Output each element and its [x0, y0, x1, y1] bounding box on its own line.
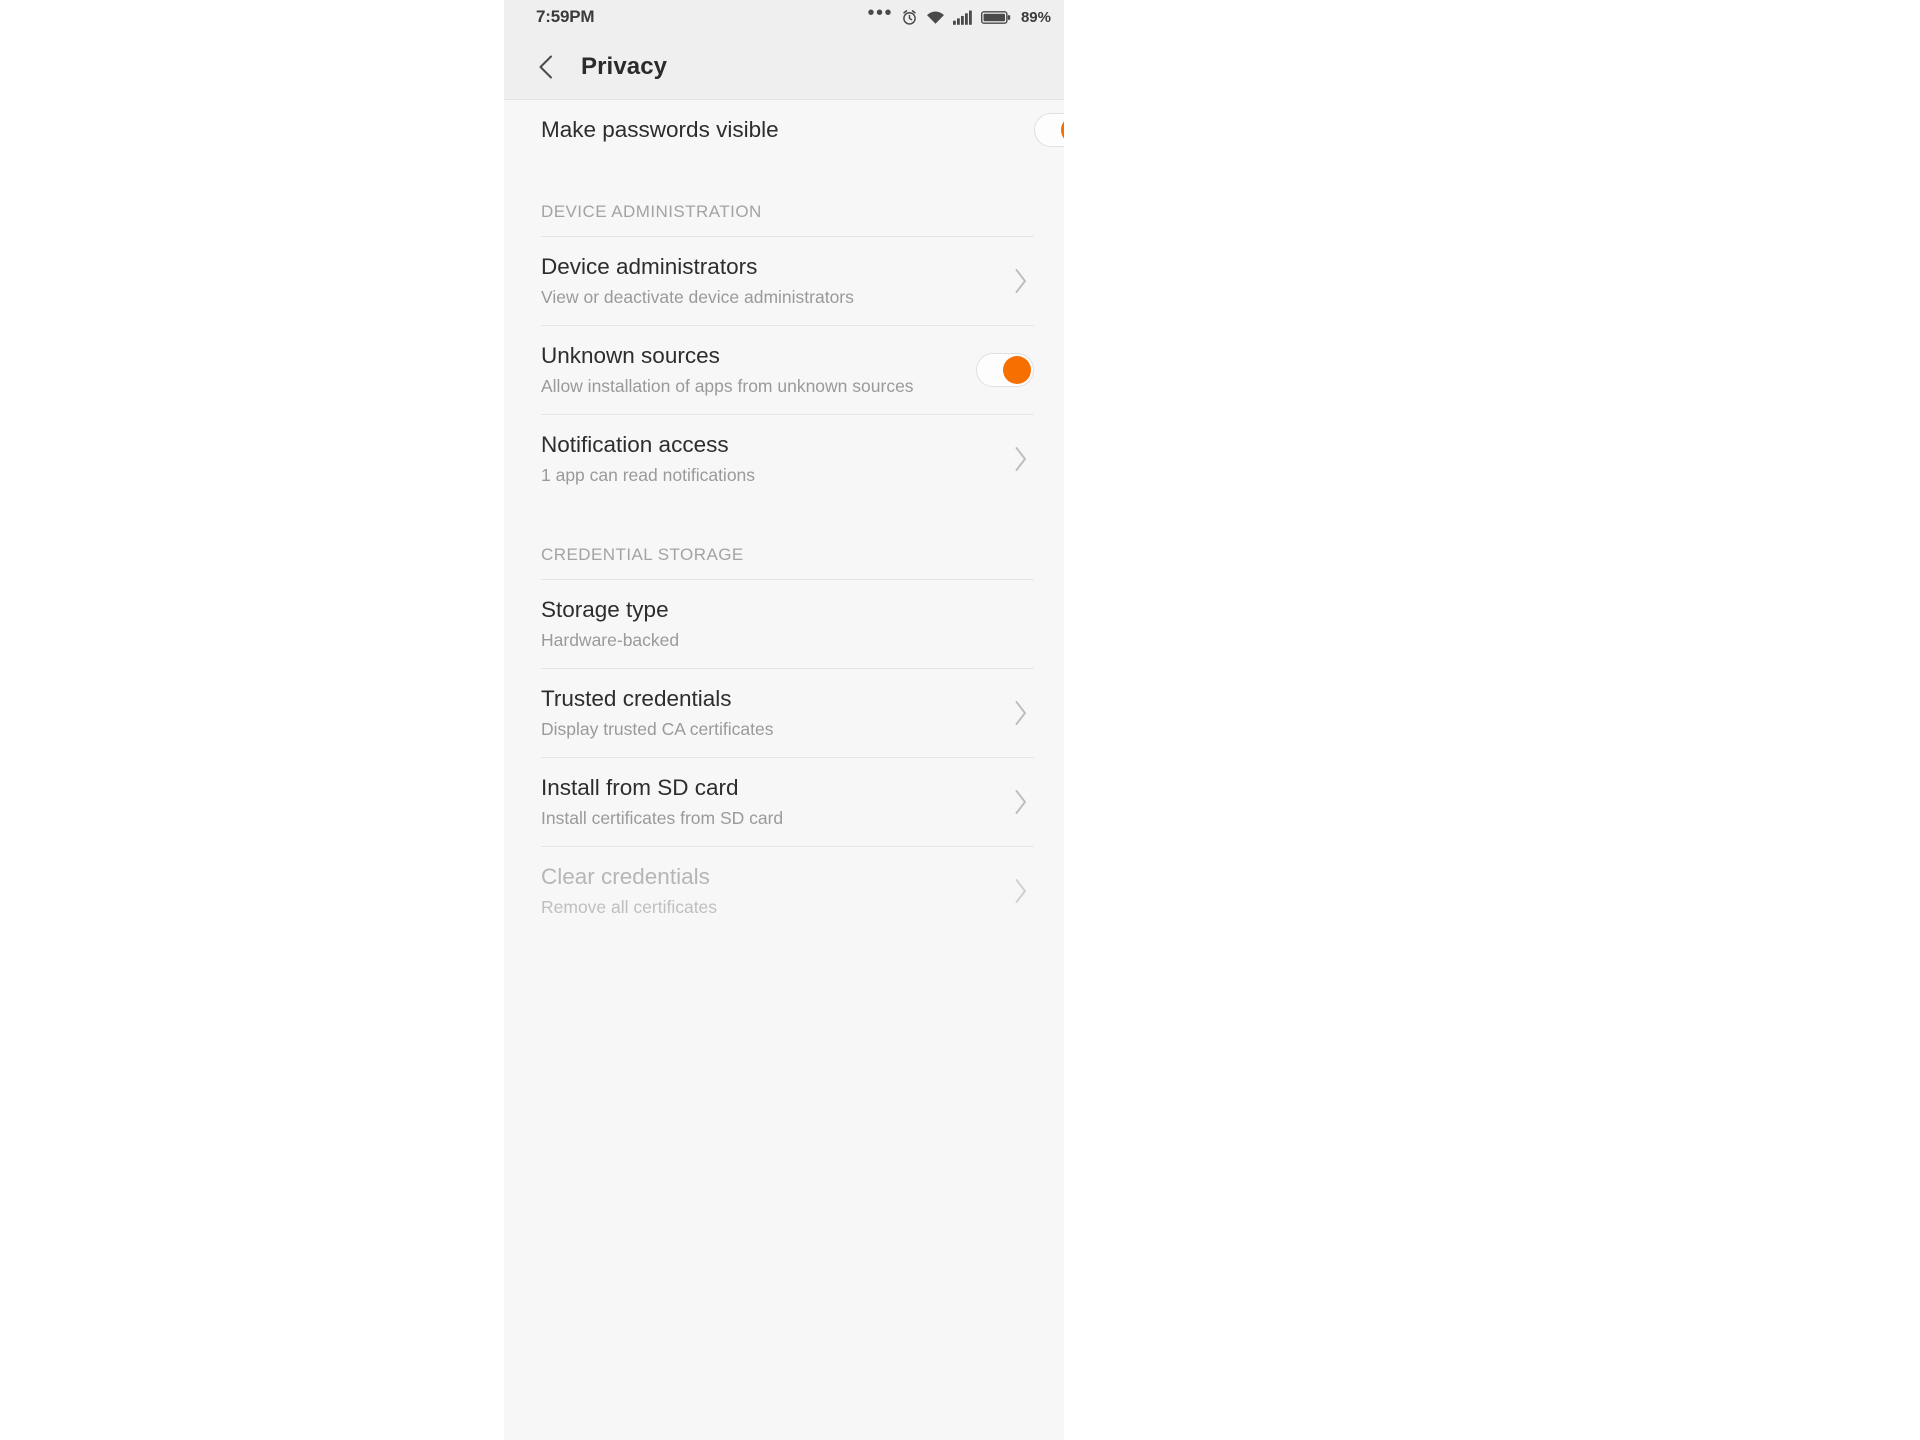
- row-text-block: Trusted credentials Display trusted CA ce…: [541, 686, 994, 740]
- row-subtitle: Install certificates from SD card: [541, 808, 784, 829]
- screen-root: 7:59PM ••• 89% Privacy Make passwords vi…: [0, 0, 1920, 1440]
- chevron-right-icon[interactable]: [1008, 878, 1034, 904]
- row-title: Make passwords visible: [541, 116, 779, 142]
- row-text-block: Device administrators View or deactivate …: [541, 254, 994, 308]
- row-make-passwords-visible[interactable]: Make passwords visible: [504, 100, 1064, 160]
- chevron-right-icon[interactable]: [1008, 789, 1034, 815]
- wifi-icon: [926, 10, 945, 25]
- phone-viewport: 7:59PM ••• 89% Privacy Make passwords vi…: [504, 0, 1064, 1440]
- row-subtitle: Display trusted CA certificates: [541, 719, 774, 740]
- section-header-credential-storage: CREDENTIAL STORAGE: [541, 545, 744, 564]
- row-subtitle: 1 app can read notifications: [541, 465, 756, 486]
- list-bottom-spacer: [504, 935, 1064, 941]
- toggle-knob: [1061, 116, 1064, 144]
- row-text-block: Unknown sources Allow installation of app…: [541, 343, 962, 397]
- status-clock: 7:59PM: [536, 7, 595, 26]
- row-device-administrators[interactable]: Device administrators View or deactivate …: [504, 237, 1064, 325]
- chevron-right-icon[interactable]: [1008, 446, 1034, 472]
- row-trusted-credentials[interactable]: Trusted credentials Display trusted CA ce…: [504, 669, 1064, 757]
- row-title: Device administrators: [541, 253, 758, 279]
- battery-icon: [980, 10, 1011, 25]
- alarm-icon: [901, 9, 918, 26]
- row-unknown-sources[interactable]: Unknown sources Allow installation of app…: [504, 326, 1064, 414]
- more-dots-icon: •••: [867, 2, 893, 24]
- row-subtitle: Remove all certificates: [541, 897, 718, 918]
- toggle-make-passwords-visible[interactable]: [1034, 113, 1064, 147]
- row-title: Unknown sources: [541, 342, 720, 368]
- row-clear-credentials: Clear credentials Remove all certificates: [504, 847, 1064, 935]
- status-bar-icons: ••• 89%: [867, 2, 1051, 26]
- chevron-right-icon[interactable]: [1008, 700, 1034, 726]
- row-storage-type[interactable]: Storage type Hardware-backed: [504, 580, 1064, 668]
- toggle-knob: [1003, 356, 1031, 384]
- action-bar: Privacy: [504, 34, 1064, 100]
- row-title: Install from SD card: [541, 774, 739, 800]
- chevron-left-icon[interactable]: [532, 52, 562, 82]
- status-bar: 7:59PM ••• 89%: [504, 0, 1064, 34]
- row-title: Clear credentials: [541, 863, 710, 889]
- battery-percent-label: 89%: [1020, 8, 1051, 26]
- settings-list: Make passwords visible DEVICE ADMINISTRAT…: [504, 100, 1064, 1439]
- page-title: Privacy: [581, 52, 668, 80]
- toggle-unknown-sources[interactable]: [976, 353, 1034, 387]
- row-text-block: Install from SD card Install certificates…: [541, 775, 994, 829]
- row-text-block: Make passwords visible: [541, 117, 1020, 144]
- chevron-right-icon[interactable]: [1008, 268, 1034, 294]
- row-subtitle: View or deactivate device administrators: [541, 287, 854, 308]
- row-title: Trusted credentials: [541, 685, 732, 711]
- row-text-block: Clear credentials Remove all certificates: [541, 864, 994, 918]
- row-subtitle: Hardware-backed: [541, 630, 680, 651]
- row-text-block: Notification access 1 app can read notifi…: [541, 432, 994, 486]
- row-title: Storage type: [541, 596, 669, 622]
- cellular-signal-icon: [952, 10, 973, 25]
- row-text-block: Storage type Hardware-backed: [541, 597, 1034, 651]
- row-title: Notification access: [541, 431, 729, 457]
- row-install-from-sd-card[interactable]: Install from SD card Install certificates…: [504, 758, 1064, 846]
- row-notification-access[interactable]: Notification access 1 app can read notifi…: [504, 415, 1064, 503]
- row-subtitle: Allow installation of apps from unknown …: [541, 376, 914, 397]
- section-header-device-administration: DEVICE ADMINISTRATION: [541, 202, 762, 221]
